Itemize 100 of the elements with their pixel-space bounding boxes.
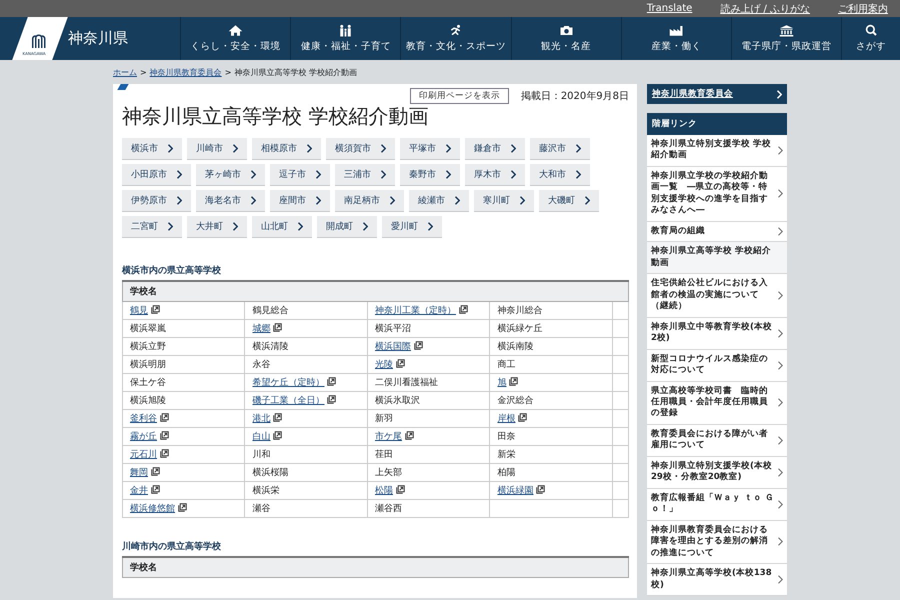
school-link[interactable]: 港北 bbox=[252, 414, 270, 424]
city-button[interactable]: 海老名市 bbox=[196, 190, 265, 212]
column-header: 学校名 bbox=[122, 557, 628, 578]
sidebar-item[interactable]: 神奈川県立学校の学校紹介動画一覧 ―県立の高校等・特別支援学校への進学を目指すみなさんへ― bbox=[647, 166, 787, 222]
city-button[interactable]: 横須賀市 bbox=[326, 138, 395, 160]
sidebar-item[interactable]: 新型コロナウイルス感染症の対応について bbox=[647, 350, 787, 382]
school-link[interactable]: 釜利谷 bbox=[130, 414, 157, 424]
school-link[interactable]: 白山 bbox=[252, 432, 270, 442]
school-link[interactable]: 横浜緑園 bbox=[497, 486, 534, 496]
school-link[interactable]: 霧が丘 bbox=[130, 432, 157, 442]
utility-link[interactable]: Translate bbox=[646, 3, 692, 14]
school-name: 横浜桜陽 bbox=[252, 468, 288, 478]
external-link-icon bbox=[160, 413, 169, 422]
nav-item[interactable]: さがす bbox=[841, 17, 900, 60]
city-button[interactable]: 平塚市 bbox=[400, 138, 460, 160]
city-button[interactable]: 愛川町 bbox=[382, 216, 442, 238]
school-name: 横浜栄 bbox=[252, 486, 280, 496]
city-button[interactable]: 南足柄市 bbox=[335, 190, 404, 212]
city-button[interactable]: 小田原市 bbox=[122, 164, 191, 186]
school-name: 川和 bbox=[252, 450, 270, 460]
school-link[interactable]: 旭 bbox=[497, 378, 506, 388]
school-name: 横浜平沼 bbox=[374, 324, 411, 334]
chevron-icon bbox=[167, 144, 173, 153]
city-button[interactable]: 茅ヶ崎市 bbox=[196, 164, 265, 186]
sidebar-item[interactable]: 県立高校等学校司書 臨時的任用職員・会計年度任用職員の登録 bbox=[647, 382, 787, 425]
city-button[interactable]: 秦野市 bbox=[400, 164, 460, 186]
chevron-icon bbox=[777, 290, 783, 300]
print-button[interactable]: 印刷用ページを表示 bbox=[410, 88, 509, 104]
school-link[interactable]: 金井 bbox=[130, 486, 148, 496]
city-button[interactable]: 大井町 bbox=[187, 216, 247, 238]
emblem-icon bbox=[30, 33, 48, 51]
city-button[interactable]: 綾瀬市 bbox=[409, 190, 469, 212]
school-name: 柏陽 bbox=[497, 468, 516, 478]
city-button[interactable]: 寒川町 bbox=[474, 190, 534, 212]
sidebar-item[interactable]: 教育局の組織 bbox=[647, 222, 787, 242]
sidebar-item[interactable]: 神奈川県立中等教育学校(本校2校) bbox=[647, 318, 787, 350]
external-link-icon bbox=[151, 485, 160, 494]
city-button[interactable]: 開成町 bbox=[317, 216, 377, 238]
sidebar-item[interactable]: 教育広報番組「Ｗａｙ ｔｏ Ｇｏ！」 bbox=[647, 488, 787, 521]
sidebar-item[interactable]: 神奈川県立特別支援学校(本校29校・分教室20教室) bbox=[647, 456, 787, 489]
chevron-icon bbox=[510, 170, 516, 179]
nav-item[interactable]: 産業・働く bbox=[620, 17, 731, 60]
school-link[interactable]: 城郷 bbox=[252, 324, 270, 334]
search-icon bbox=[864, 24, 879, 37]
school-link[interactable]: 元石川 bbox=[130, 450, 157, 460]
city-button[interactable]: 大和市 bbox=[530, 164, 590, 186]
city-button[interactable]: 横浜市 bbox=[122, 138, 182, 160]
nav-item[interactable]: くらし・安全・環境 bbox=[180, 17, 290, 60]
city-button[interactable]: 川崎市 bbox=[187, 138, 247, 160]
school-name: 荏田 bbox=[374, 450, 393, 460]
external-link-icon bbox=[509, 377, 518, 386]
school-link[interactable]: 横浜国際 bbox=[374, 342, 411, 352]
school-name: 金沢総合 bbox=[497, 396, 534, 406]
external-link-icon bbox=[327, 395, 336, 404]
external-link-icon bbox=[178, 503, 187, 512]
sidebar-top-link[interactable]: 神奈川県教育委員会 bbox=[647, 84, 787, 104]
sidebar-item[interactable]: 神奈川県教育委員会における障害を理由とする差別の解消の推進について bbox=[647, 520, 787, 564]
school-link[interactable]: 松陽 bbox=[374, 486, 393, 496]
external-link-icon bbox=[160, 431, 169, 440]
chevron-icon bbox=[445, 170, 451, 179]
section-heading: 横浜市内の県立高等学校 bbox=[122, 264, 222, 277]
sidebar-item[interactable]: 神奈川県立高等学校(本校138校) bbox=[647, 564, 787, 596]
city-button[interactable]: 伊勢原市 bbox=[122, 190, 191, 212]
city-button[interactable]: 三浦市 bbox=[335, 164, 395, 186]
city-button[interactable]: 逗子市 bbox=[270, 164, 330, 186]
city-button[interactable]: 山北町 bbox=[252, 216, 312, 238]
breadcrumb-link[interactable]: ホーム bbox=[113, 66, 137, 78]
sidebar-item[interactable]: 神奈川県立高等学校 学校紹介動画 bbox=[647, 242, 787, 274]
city-button[interactable]: 厚木市 bbox=[465, 164, 525, 186]
nav-item[interactable]: 観光・名産 bbox=[510, 17, 621, 60]
school-link[interactable]: 光陵 bbox=[374, 360, 393, 370]
city-button[interactable]: 鎌倉市 bbox=[465, 138, 525, 160]
breadcrumb-link[interactable]: 神奈川県教育委員会 bbox=[150, 66, 222, 78]
sidebar-item[interactable]: 住宅供給公社ビルにおける入館者の検温の実施について（継続） bbox=[647, 274, 787, 318]
school-link[interactable]: 舞岡 bbox=[130, 468, 148, 478]
city-button[interactable]: 座間市 bbox=[270, 190, 330, 212]
city-button[interactable]: 二宮町 bbox=[122, 216, 182, 238]
chevron-icon bbox=[427, 222, 433, 231]
chevron-icon bbox=[250, 196, 256, 205]
chevron-icon bbox=[232, 144, 238, 153]
utility-link[interactable]: 読み上げ / ふりがな bbox=[720, 2, 810, 16]
chevron-icon bbox=[176, 170, 182, 179]
sidebar-item[interactable]: 神奈川県立特別支援学校 学校紹介動画 bbox=[647, 135, 787, 167]
utility-link[interactable]: ご利用案内 bbox=[838, 2, 888, 16]
chevron-icon bbox=[232, 222, 238, 231]
school-name: 瀬谷 bbox=[252, 504, 270, 514]
city-button[interactable]: 大磯町 bbox=[539, 190, 599, 212]
chevron-icon bbox=[176, 196, 182, 205]
nav-item[interactable]: 健康・福祉・子育て bbox=[290, 17, 400, 60]
city-button[interactable]: 藤沢市 bbox=[530, 138, 590, 160]
nav-item[interactable]: 教育・文化・スポーツ bbox=[400, 17, 511, 60]
city-button[interactable]: 相模原市 bbox=[252, 138, 321, 160]
chevron-icon bbox=[776, 90, 782, 98]
house-icon bbox=[228, 24, 244, 37]
school-link[interactable]: 岸根 bbox=[497, 414, 516, 424]
sidebar-item[interactable]: 教育委員会における障がい者雇用について bbox=[647, 424, 787, 457]
school-link[interactable]: 鶴見 bbox=[130, 306, 148, 316]
nav-item[interactable]: 電子県庁・県政運営 bbox=[730, 17, 842, 60]
school-link[interactable]: 市ケ尾 bbox=[374, 432, 402, 442]
chevron-icon bbox=[777, 575, 783, 584]
